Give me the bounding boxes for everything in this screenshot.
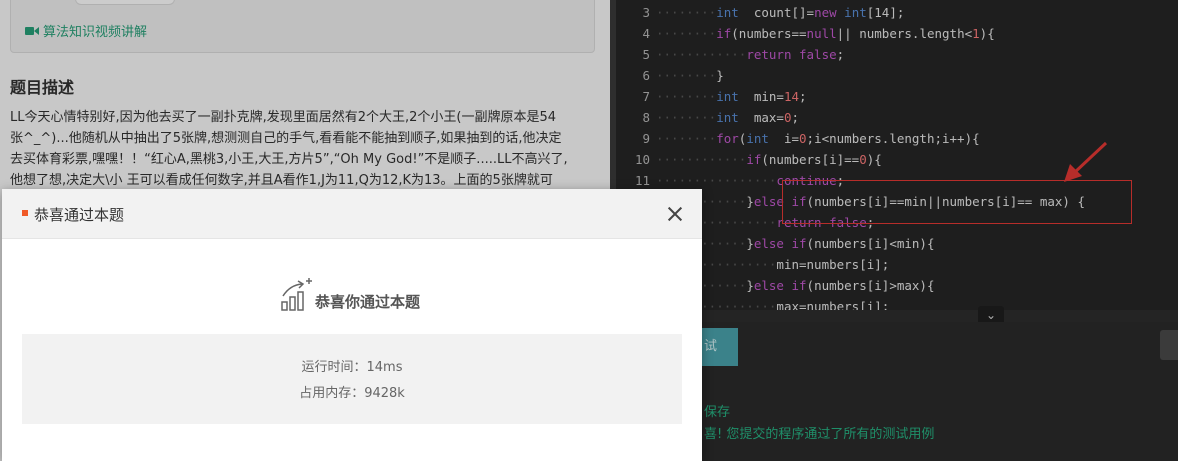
stats-panel: 运行时间：14ms 占用内存：9428k [22, 334, 682, 424]
runtime-stat: 运行时间：14ms [301, 360, 403, 375]
close-icon[interactable] [666, 205, 684, 223]
memory-stat: 占用内存：9428k [299, 386, 405, 401]
title-marker [22, 210, 28, 216]
success-message: 恭喜你通过本题 [315, 293, 421, 311]
dialog-title: 恭喜通过本题 [34, 206, 125, 224]
dialog-header: 恭喜通过本题 [2, 189, 702, 239]
success-dialog: 恭喜通过本题 恭喜你通过本题 运行时间：14ms 占用内存：9428k [2, 189, 702, 461]
chart-growth-icon [281, 278, 312, 311]
